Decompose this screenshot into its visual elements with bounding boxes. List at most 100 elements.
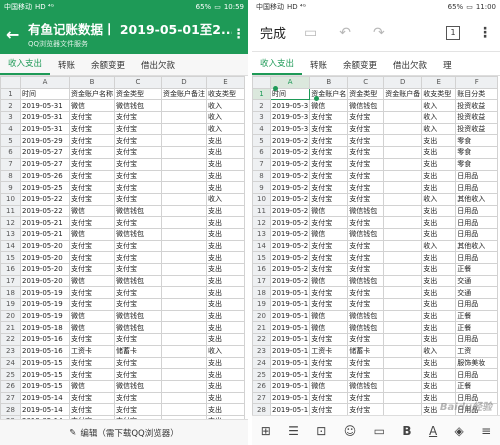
grid-cell[interactable]: 支付宝 xyxy=(309,333,349,346)
grid-cell[interactable]: 支出 xyxy=(206,333,245,346)
grid-cell[interactable] xyxy=(383,146,423,159)
grid-cell[interactable]: 微信钱包 xyxy=(347,309,385,323)
back-arrow-icon[interactable]: ← xyxy=(6,25,28,44)
grid-cell[interactable]: 收入 xyxy=(206,192,245,206)
grid-cell[interactable]: 2019-05-1 xyxy=(269,379,311,393)
grid-cell[interactable] xyxy=(161,251,207,264)
row-header[interactable]: 23 xyxy=(0,344,21,358)
row-header[interactable]: 3 xyxy=(252,111,271,124)
row-header[interactable]: 8 xyxy=(252,169,271,183)
grid-cell[interactable]: 支付宝 xyxy=(69,192,115,206)
sheet-tab[interactable]: 转账 xyxy=(50,59,83,75)
grid-cell[interactable]: 支出 xyxy=(421,216,457,229)
grid-cell[interactable]: 支付宝 xyxy=(309,263,349,276)
grid-cell[interactable] xyxy=(383,216,423,229)
grid-cell[interactable]: 2019-05-15 xyxy=(20,379,70,393)
grid-cell[interactable]: 微信钱包 xyxy=(347,274,385,288)
grid-cell[interactable]: 微信钱包 xyxy=(114,321,162,335)
row-header[interactable]: 24 xyxy=(252,356,271,370)
text-box-icon[interactable]: ▭ xyxy=(374,424,385,438)
row-header[interactable]: 21 xyxy=(0,321,21,335)
grid-cell[interactable]: 微信 xyxy=(309,227,349,241)
grid-cell[interactable] xyxy=(383,239,423,253)
grid-cell[interactable] xyxy=(161,146,207,159)
grid-cell[interactable] xyxy=(383,227,423,241)
grid-cell[interactable]: 支付宝 xyxy=(309,157,349,171)
grid-cell[interactable]: 投资收益 xyxy=(455,99,499,113)
row-header[interactable]: 6 xyxy=(252,146,271,159)
grid-cell[interactable]: 收入 xyxy=(206,99,245,113)
grid-cell[interactable]: 支出 xyxy=(206,146,245,159)
grid-cell[interactable]: 支付宝 xyxy=(309,391,349,405)
grid-cell[interactable]: 2019-05-1 xyxy=(269,286,311,300)
row-header[interactable]: 27 xyxy=(0,391,21,405)
row-header[interactable]: 4 xyxy=(252,122,271,136)
grid-cell[interactable] xyxy=(383,379,423,393)
grid-cell[interactable] xyxy=(383,368,423,381)
column-header[interactable]: E xyxy=(421,76,457,89)
sheet-tab[interactable]: 余额变更 xyxy=(335,59,385,75)
selection-handle-bottom[interactable] xyxy=(314,96,319,101)
grid-cell[interactable]: 支付宝 xyxy=(309,181,349,194)
grid-cell[interactable]: 支付宝 xyxy=(347,368,385,381)
column-header[interactable]: C xyxy=(114,76,162,89)
grid-cell[interactable]: 支出 xyxy=(206,204,245,218)
grid-cell[interactable] xyxy=(383,309,423,323)
row-header[interactable]: 25 xyxy=(252,368,271,381)
grid-cell[interactable]: 2019-05-15 xyxy=(20,368,70,381)
row-header[interactable]: 19 xyxy=(252,298,271,311)
grid-cell[interactable]: 收入 xyxy=(421,99,457,113)
grid-cell[interactable]: 正餐 xyxy=(455,263,499,276)
grid-cell[interactable]: 支出 xyxy=(206,263,245,276)
grid-cell[interactable] xyxy=(161,391,207,405)
grid-cell[interactable]: 支付宝 xyxy=(114,134,162,148)
grid-cell[interactable]: 收入 xyxy=(421,192,457,206)
grid-cell[interactable]: 储蓄卡 xyxy=(114,344,162,358)
grid-cell[interactable]: 资金类型 xyxy=(347,87,385,101)
grid-cell[interactable]: 微信钱包 xyxy=(114,227,162,241)
row-header[interactable]: 27 xyxy=(252,391,271,405)
grid-cell[interactable]: 2019-05-2 xyxy=(269,227,311,241)
grid-cell[interactable]: 资金账户名称 xyxy=(69,87,115,101)
grid-cell[interactable]: 2019-05-2 xyxy=(269,274,311,288)
grid-cell[interactable]: 支付宝 xyxy=(309,403,349,416)
row-header[interactable]: 18 xyxy=(0,286,21,300)
grid-cell[interactable]: 2019-05-1 xyxy=(269,298,311,311)
grid-cell[interactable]: 日用品 xyxy=(455,368,499,381)
grid-cell[interactable]: 2019-05-19 xyxy=(20,286,70,300)
column-header[interactable]: C xyxy=(347,76,385,89)
grid-cell[interactable]: 支出 xyxy=(421,368,457,381)
grid-cell[interactable]: 2019-05-3 xyxy=(269,99,311,113)
grid-cell[interactable]: 2019-05-1 xyxy=(269,391,311,405)
grid-cell[interactable] xyxy=(383,286,423,300)
grid-cell[interactable]: 2019-05-22 xyxy=(20,204,70,218)
grid-cell[interactable]: 支出 xyxy=(206,274,245,288)
grid-cell[interactable]: 支出 xyxy=(421,204,457,218)
grid-cell[interactable]: 2019-05-2 xyxy=(269,251,311,264)
row-header[interactable]: 24 xyxy=(0,356,21,370)
grid-cell[interactable]: 支付宝 xyxy=(347,286,385,300)
grid-cell[interactable]: 资金账户备 xyxy=(383,87,423,101)
grid-cell[interactable]: 支出 xyxy=(206,181,245,194)
grid-cell[interactable] xyxy=(383,344,423,358)
row-header[interactable]: 26 xyxy=(252,379,271,393)
grid-cell[interactable] xyxy=(161,333,207,346)
grid-cell[interactable]: 2019-05-1 xyxy=(269,344,311,358)
grid-cell[interactable]: 支付宝 xyxy=(114,192,162,206)
row-header[interactable]: 6 xyxy=(0,146,21,159)
grid-cell[interactable] xyxy=(161,298,207,311)
grid-cell[interactable]: 支出 xyxy=(206,403,245,416)
grid-cell[interactable]: 支付宝 xyxy=(69,251,115,264)
row-header[interactable]: 13 xyxy=(252,227,271,241)
grid-cell[interactable]: 支付宝 xyxy=(347,192,385,206)
grid-cell[interactable]: 投资收益 xyxy=(455,111,499,124)
row-header[interactable]: 11 xyxy=(0,204,21,218)
grid-cell[interactable] xyxy=(383,251,423,264)
grid-cell[interactable]: 服饰美妆 xyxy=(455,356,499,370)
grid-cell[interactable] xyxy=(383,391,423,405)
grid-cell[interactable]: 微信 xyxy=(69,274,115,288)
grid-cell[interactable]: 正餐 xyxy=(455,321,499,335)
grid-cell[interactable]: 支出 xyxy=(206,309,245,323)
grid-cell[interactable]: 收入 xyxy=(206,122,245,136)
row-header[interactable]: 16 xyxy=(0,263,21,276)
